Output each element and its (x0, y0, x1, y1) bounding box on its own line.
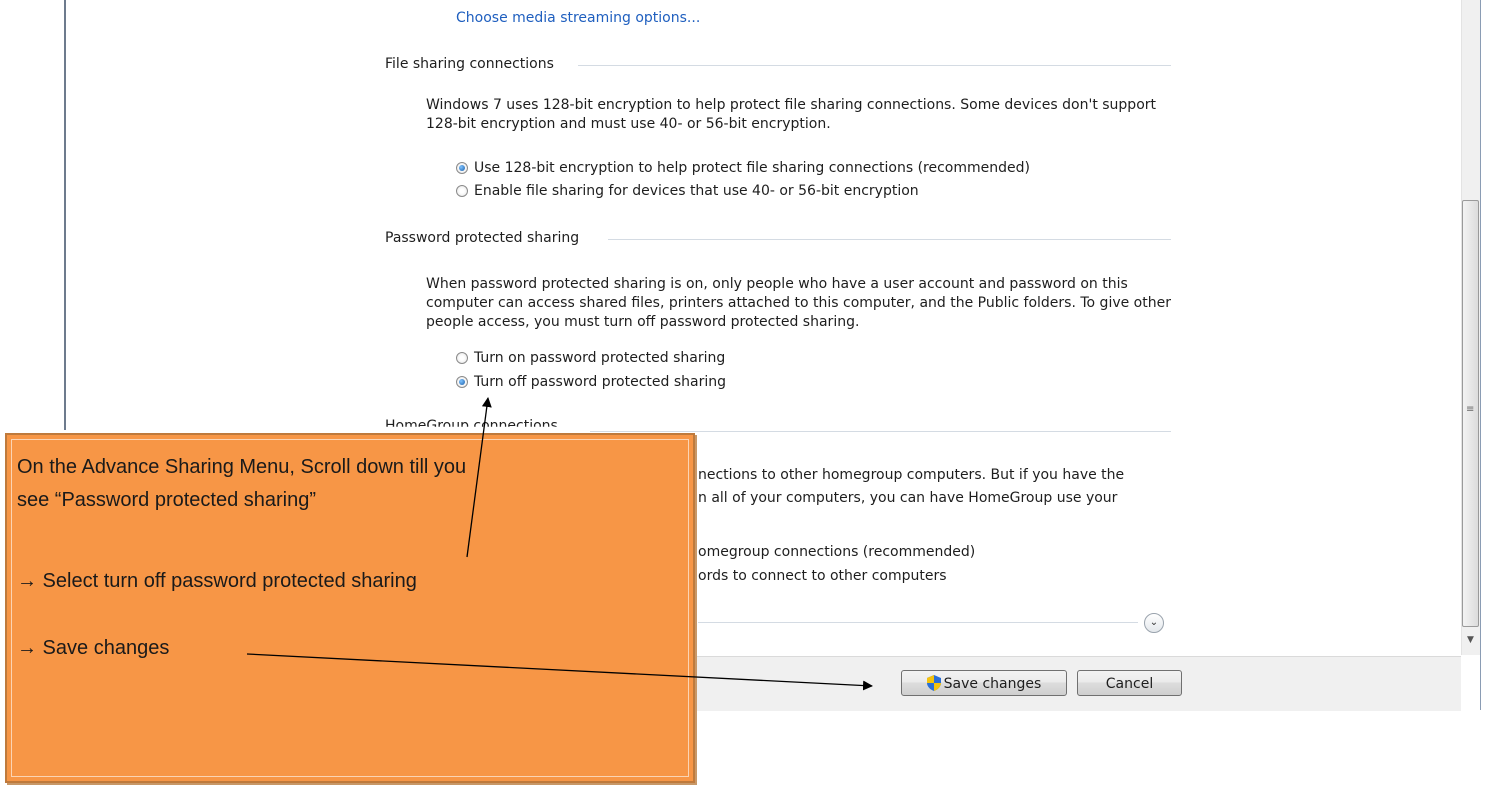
arrow-to-save-button (246, 653, 873, 691)
annotation-arrows (246, 397, 873, 691)
arrow-to-turn-off-option (466, 397, 492, 558)
